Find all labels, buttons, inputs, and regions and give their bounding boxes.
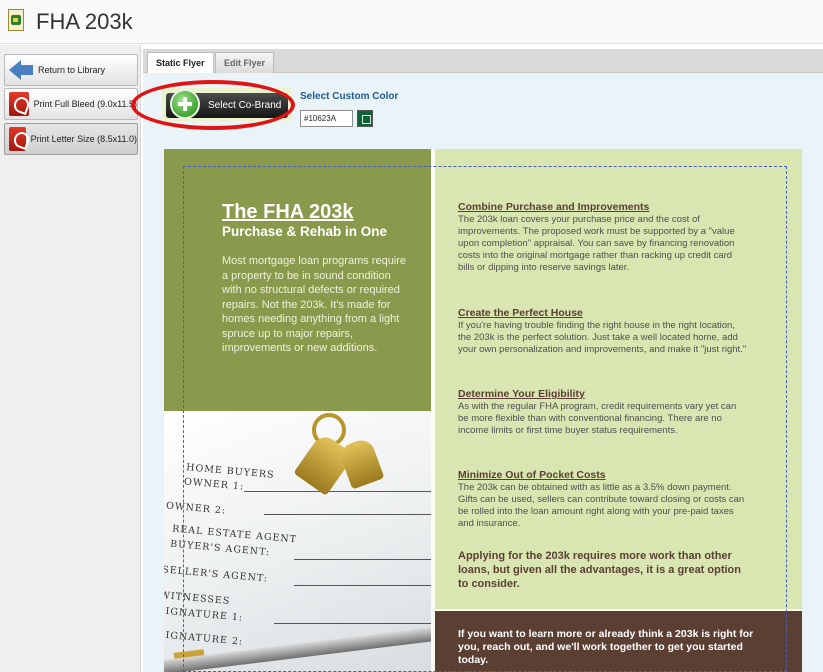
custom-color-input[interactable]: #10623A (300, 110, 353, 127)
section-heading: Create the Perfect House (458, 307, 583, 319)
section-heading: Determine Your Eligibility (458, 388, 585, 400)
print-full-bleed-button[interactable]: Print Full Bleed (9.0x11.5) (4, 88, 138, 120)
sidebar-item-label: Return to Library (38, 65, 106, 75)
tab-bar: Static Flyer Edit Flyer (143, 49, 823, 74)
app-header: FHA 203k (0, 0, 823, 44)
sidebar: Return to Library Print Full Bleed (9.0x… (0, 45, 141, 672)
flyer-photo: HOME BUYERS OWNER 1: OWNER 2: REAL ESTAT… (164, 411, 431, 672)
return-to-library-button[interactable]: Return to Library (4, 54, 138, 86)
section-body: If you're having trouble finding the rig… (458, 320, 747, 355)
section-heading: Combine Purchase and Improvements (458, 201, 650, 213)
flyer-intro-text: Most mortgage loan programs require a pr… (222, 255, 407, 354)
section-body: As with the regular FHA program, credit … (458, 401, 737, 436)
tab-static-flyer[interactable]: Static Flyer (147, 52, 214, 74)
flyer-closing-text: Applying for the 203k requires more work… (458, 550, 741, 590)
pdf-icon (9, 92, 29, 116)
back-arrow-icon (9, 60, 33, 80)
photo-text: SIGNATURE 2: (164, 629, 244, 648)
section-body: The 203k loan covers your purchase price… (458, 214, 735, 273)
flyer-title: The FHA 203k (222, 201, 354, 223)
highlight-oval (131, 80, 295, 130)
section-body: The 203k can be obtained with as little … (458, 482, 745, 529)
photo-text: SELLER'S AGENT: (164, 564, 269, 585)
sidebar-item-label: Print Letter Size (8.5x11.0) (30, 134, 137, 144)
flyer-subtitle: Purchase & Rehab in One (222, 224, 388, 239)
photo-text: OWNER 1: (183, 476, 245, 493)
document-icon (8, 9, 24, 31)
print-letter-size-button[interactable]: Print Letter Size (8.5x11.0) (4, 123, 138, 155)
photo-text: WITNESSES (164, 589, 231, 608)
tab-edit-flyer[interactable]: Edit Flyer (215, 52, 275, 73)
section-heading: Minimize Out of Pocket Costs (458, 469, 606, 481)
photo-text: SIGNATURE 1: (164, 605, 244, 624)
page-title: FHA 203k (36, 9, 133, 34)
flyer-contact-text: If you want to learn more or already thi… (458, 628, 754, 666)
sidebar-item-label: Print Full Bleed (9.0x11.5) (33, 99, 137, 109)
color-picker-icon[interactable] (357, 110, 373, 127)
custom-color-label: Select Custom Color (300, 91, 399, 102)
pdf-icon (9, 127, 26, 151)
photo-text: OWNER 2: (165, 500, 227, 517)
